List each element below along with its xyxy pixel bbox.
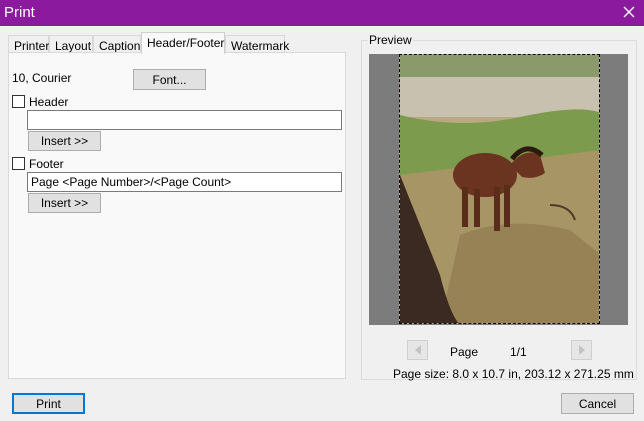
page-label: Page [450,345,479,359]
close-icon [623,6,635,18]
preview-group-label: Preview [368,33,413,47]
header-checkbox-label: Header [29,95,69,109]
print-button-label: Print [36,396,61,411]
next-page-button[interactable] [571,340,592,360]
header-insert-button[interactable]: Insert >> [28,131,101,151]
cancel-button-label: Cancel [578,396,617,411]
insert-button-label: Insert >> [40,134,89,148]
preview-page [399,54,600,324]
close-button[interactable] [620,3,638,21]
current-font-label: 10, Courier [12,71,72,85]
chevron-right-icon [578,345,585,355]
header-checkbox[interactable] [12,95,25,108]
page-counter: 1/1 [510,345,527,359]
print-button[interactable]: Print [12,393,85,414]
title-bar: Print [0,0,644,26]
tab-label: Caption [99,39,141,53]
preview-photo [400,55,599,323]
insert-button-label: Insert >> [40,196,89,210]
footer-checkbox-label: Footer [29,157,64,171]
footer-text-input[interactable]: Page <Page Number>/<Page Count> [27,172,342,192]
footer-insert-button[interactable]: Insert >> [28,193,101,213]
preview-area [369,54,628,325]
font-button-label: Font... [152,72,187,87]
window-title: Print [4,4,35,21]
previous-page-button[interactable] [407,340,428,360]
header-text-input[interactable] [27,110,342,130]
page-size-info: Page size: 8.0 x 10.7 in, 203.12 x 271.2… [393,367,634,381]
tab-header-footer[interactable]: Header/Footer [141,32,225,54]
font-button[interactable]: Font... [133,69,206,90]
chevron-left-icon [414,345,421,355]
footer-checkbox[interactable] [12,157,25,170]
tab-label: Header/Footer [147,36,225,50]
tab-label: Layout [55,39,92,53]
tab-label: Watermark [231,39,290,53]
tab-label: Printer [14,39,50,53]
cancel-button[interactable]: Cancel [561,393,634,414]
